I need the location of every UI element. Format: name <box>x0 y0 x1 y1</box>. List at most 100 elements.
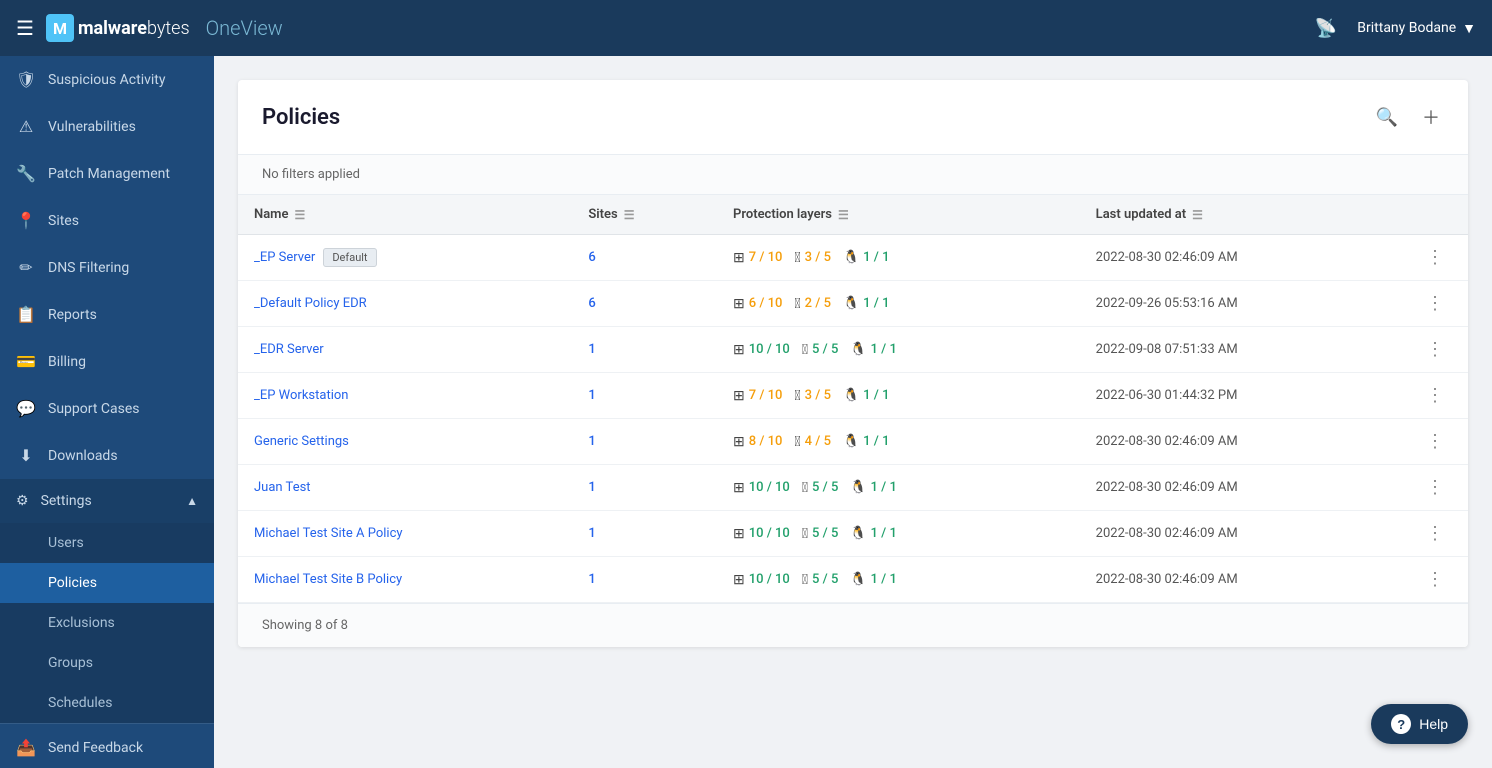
sites-count: 1 <box>588 480 595 495</box>
apple-score: 3 / 5 <box>805 388 831 403</box>
row-context-menu[interactable]: ⋮ <box>1418 427 1452 456</box>
sidebar-item-reports[interactable]: 📋 Reports <box>0 291 214 338</box>
chevron-up-icon: ▲ <box>186 494 198 508</box>
apple-score: 4 / 5 <box>805 434 831 449</box>
protection-layers: ⊞ 6 / 10  2 / 5 🐧 1 / 1 <box>733 296 1064 312</box>
user-menu[interactable]: Brittany Bodane ▼ <box>1357 20 1476 37</box>
apple-icon:  <box>802 526 808 542</box>
policy-link[interactable]: _EP Server <box>254 250 315 265</box>
sidebar-sub-item-groups[interactable]: Groups <box>0 643 214 683</box>
windows-score: 10 / 10 <box>749 572 790 587</box>
row-context-menu[interactable]: ⋮ <box>1418 335 1452 364</box>
apple-layer:  3 / 5 <box>794 388 831 404</box>
row-context-menu[interactable]: ⋮ <box>1418 381 1452 410</box>
help-circle-icon: ? <box>1391 714 1411 734</box>
row-context-menu[interactable]: ⋮ <box>1418 289 1452 318</box>
add-policy-button[interactable]: ＋ <box>1418 100 1444 134</box>
windows-layer: ⊞ 8 / 10 <box>733 434 782 450</box>
col-actions <box>1402 195 1468 235</box>
timestamp: 2022-08-30 02:46:09 AM <box>1096 572 1238 587</box>
protection-cell: ⊞ 10 / 10  5 / 5 🐧 1 / 1 <box>717 327 1080 373</box>
linux-score: 1 / 1 <box>863 296 889 311</box>
rss-icon[interactable]: 📡 <box>1315 18 1337 39</box>
help-button[interactable]: ? Help <box>1371 704 1468 744</box>
linux-icon: 🐧 <box>850 342 866 357</box>
sidebar-item-patch-management[interactable]: 🔧Patch Management <box>0 150 214 197</box>
sidebar-label-reports: Reports <box>48 307 97 323</box>
timestamp: 2022-09-26 05:53:16 AM <box>1096 296 1238 311</box>
policy-name-cell: _EDR Server <box>238 327 572 373</box>
sidebar-sub-item-schedules[interactable]: Schedules <box>0 683 214 723</box>
policy-link[interactable]: Michael Test Site B Policy <box>254 572 402 587</box>
policy-link[interactable]: Generic Settings <box>254 434 349 449</box>
apple-icon:  <box>794 296 800 312</box>
timestamp: 2022-06-30 01:44:32 PM <box>1096 388 1238 403</box>
apple-score: 3 / 5 <box>805 250 831 265</box>
app-name: OneView <box>206 16 283 40</box>
dns-filtering-icon: ✏ <box>16 258 36 277</box>
lastupdated-filter-icon[interactable]: ☰ <box>1192 208 1203 222</box>
filter-bar: No filters applied <box>238 155 1468 195</box>
timestamp: 2022-08-30 02:46:09 AM <box>1096 434 1238 449</box>
row-context-menu[interactable]: ⋮ <box>1418 473 1452 502</box>
col-last-updated: Last updated at ☰ <box>1080 195 1402 235</box>
policy-link[interactable]: _EDR Server <box>254 342 324 357</box>
sites-count: 1 <box>588 342 595 357</box>
apple-layer:  4 / 5 <box>794 434 831 450</box>
linux-layer: 🐧 1 / 1 <box>843 388 890 403</box>
windows-layer: ⊞ 10 / 10 <box>733 342 790 358</box>
sidebar-item-vulnerabilities[interactable]: ⚠Vulnerabilities <box>0 103 214 150</box>
sites-filter-icon[interactable]: ☰ <box>624 208 635 222</box>
suspicious-activity-icon: 🛡 <box>16 70 36 89</box>
sidebar-item-downloads[interactable]: ⬇Downloads <box>0 432 214 479</box>
policies-table: Name ☰ Sites ☰ Protectio <box>238 195 1468 603</box>
linux-layer: 🐧 1 / 1 <box>850 342 897 357</box>
reports-icon: 📋 <box>16 305 36 324</box>
sidebar-item-support-cases[interactable]: 💬Support Cases <box>0 385 214 432</box>
apple-icon:  <box>802 342 808 358</box>
linux-layer: 🐧 1 / 1 <box>850 572 897 587</box>
sidebar-item-sites[interactable]: 📍Sites <box>0 197 214 244</box>
default-badge: Default <box>323 248 376 267</box>
windows-icon: ⊞ <box>733 296 745 312</box>
search-button[interactable]: 🔍 <box>1372 103 1402 132</box>
topnav: ☰ M malwarebytes OneView 📡 Brittany Boda… <box>0 0 1492 56</box>
sites-cell: 1 <box>572 419 717 465</box>
apple-layer:  5 / 5 <box>802 480 839 496</box>
sidebar-item-dns-filtering[interactable]: ✏DNS Filtering <box>0 244 214 291</box>
sidebar-sub-item-exclusions[interactable]: Exclusions <box>0 603 214 643</box>
apple-icon:  <box>794 434 800 450</box>
sidebar-item-settings[interactable]: ⚙ Settings ▲ <box>0 479 214 523</box>
sidebar-sub-item-users[interactable]: Users <box>0 523 214 563</box>
protection-cell: ⊞ 7 / 10  3 / 5 🐧 1 / 1 <box>717 373 1080 419</box>
apple-layer:  5 / 5 <box>802 526 839 542</box>
sidebar-sub-item-policies[interactable]: Policies <box>0 563 214 603</box>
row-context-menu[interactable]: ⋮ <box>1418 565 1452 594</box>
row-context-menu[interactable]: ⋮ <box>1418 243 1452 272</box>
policy-name-cell: _EP Workstation <box>238 373 572 419</box>
protection-filter-icon[interactable]: ☰ <box>838 208 849 222</box>
sidebar-item-send-feedback[interactable]: 📤 Send Feedback <box>0 724 214 768</box>
last-updated-cell: 2022-09-08 07:51:33 AM <box>1080 327 1402 373</box>
sidebar-item-billing[interactable]: 💳Billing <box>0 338 214 385</box>
policy-link[interactable]: Juan Test <box>254 480 311 495</box>
policy-link[interactable]: _Default Policy EDR <box>254 296 367 311</box>
row-menu-cell: ⋮ <box>1402 511 1468 557</box>
windows-score: 10 / 10 <box>749 526 790 541</box>
hamburger-menu[interactable]: ☰ <box>16 16 34 40</box>
apple-score: 5 / 5 <box>812 342 838 357</box>
page-title: Policies <box>262 105 1372 130</box>
logo-text: malwarebytes <box>78 18 190 39</box>
col-protection: Protection layers ☰ <box>717 195 1080 235</box>
linux-icon: 🐧 <box>843 296 859 311</box>
windows-icon: ⊞ <box>733 434 745 450</box>
policy-link[interactable]: _EP Workstation <box>254 388 348 403</box>
sidebar-item-suspicious-activity[interactable]: 🛡Suspicious Activity <box>0 56 214 103</box>
linux-score: 1 / 1 <box>871 480 897 495</box>
windows-score: 8 / 10 <box>749 434 783 449</box>
policy-link[interactable]: Michael Test Site A Policy <box>254 526 403 541</box>
row-context-menu[interactable]: ⋮ <box>1418 519 1452 548</box>
table-row: Michael Test Site A Policy 1 ⊞ 10 / 10 … <box>238 511 1468 557</box>
timestamp: 2022-08-30 02:46:09 AM <box>1096 480 1238 495</box>
name-filter-icon[interactable]: ☰ <box>294 208 305 222</box>
